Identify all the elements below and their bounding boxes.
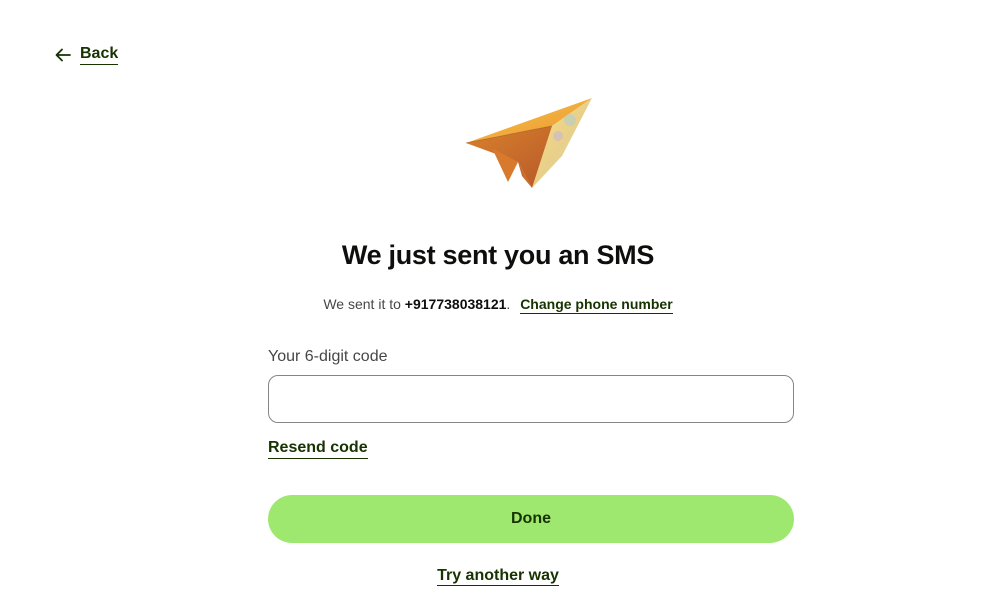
done-button[interactable]: Done — [268, 495, 794, 543]
sms-verification-page: Back We just sent you an SMS We sent it … — [0, 0, 996, 609]
phone-number: +917738038121 — [404, 296, 507, 312]
sent-suffix: . — [506, 296, 511, 312]
page-title: We just sent you an SMS — [341, 240, 655, 270]
sent-prefix: We sent it to — [323, 296, 401, 312]
try-another-way-link[interactable]: Try another way — [437, 567, 559, 586]
paper-plane-icon — [465, 98, 592, 188]
try-another-container: Try another way — [0, 566, 996, 586]
sent-info: We sent it to +917738038121. Change phon… — [0, 296, 996, 314]
resend-code-link[interactable]: Resend code — [268, 438, 368, 459]
code-field-label: Your 6-digit code — [268, 348, 388, 365]
change-phone-link[interactable]: Change phone number — [520, 296, 673, 314]
back-label: Back — [80, 45, 119, 65]
arrow-left-icon — [55, 48, 71, 62]
back-link[interactable]: Back — [55, 45, 119, 65]
code-input[interactable] — [268, 375, 794, 423]
code-form: Your 6-digit code Resend code — [268, 347, 794, 459]
